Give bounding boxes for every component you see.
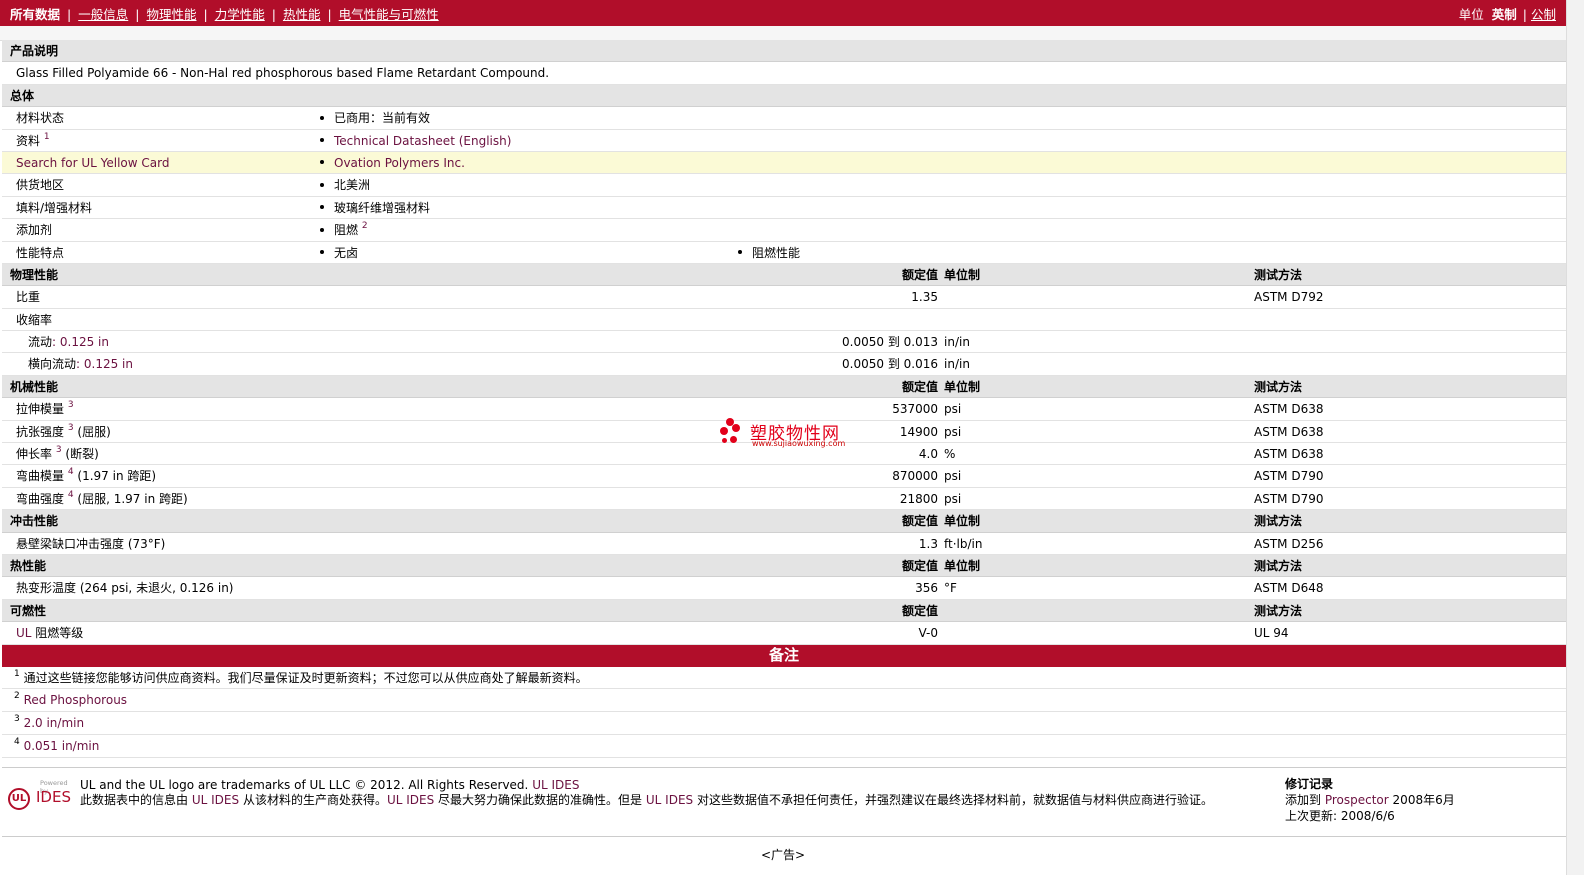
table-row: 弯曲强度 4 (屈服, 1.97 in 跨距) 21800 psi ASTM D… — [2, 488, 1566, 511]
footnote-ref[interactable]: 2 — [362, 221, 368, 231]
header-method: 测试方法 — [1254, 267, 1303, 282]
units-label: 单位 — [1458, 6, 1484, 22]
top-nav-bar: 所有数据 | 一般信息 | 物理性能 | 力学性能 | 热性能 | 电气性能与可燃性 单位 英制 | 公… — [0, 0, 1566, 26]
nav-tabs: 所有数据 | 一般信息 | 物理性能 | 力学性能 | 热性能 | 电气性能与可燃性 — [10, 6, 439, 22]
ad-placeholder: <广告> — [760, 848, 806, 862]
product-description-row: Glass Filled Polyamide 66 - Non-Hal red … — [2, 62, 1566, 85]
footnote-ref[interactable]: 4 — [68, 467, 74, 477]
unit-english: 英制 — [1491, 6, 1517, 22]
table-row: 横向流动: 0.125 in 0.0050 到 0.016 in/in — [2, 353, 1566, 376]
table-row: 流动: 0.125 in 0.0050 到 0.013 in/in — [2, 331, 1566, 354]
ul-logo-icon: UL — [8, 788, 30, 810]
note-item: 2 Red Phosphorous — [2, 689, 1566, 713]
unit-switcher: 单位 英制 | 公制 — [1458, 6, 1556, 22]
general-row-documents: 资料 1 Technical Datasheet (English) — [2, 130, 1566, 152]
site-watermark: 塑胶物性网 www.sujiaowuxing.com — [720, 418, 860, 452]
general-row-region: 供货地区 北美洲 — [2, 174, 1566, 197]
product-description: Glass Filled Polyamide 66 - Non-Hal red … — [16, 66, 550, 81]
tab-all-data[interactable]: 所有数据 — [10, 7, 60, 22]
footnote-ref[interactable]: 3 — [68, 423, 74, 433]
general-row-ul-yellow-card: Search for UL Yellow Card Ovation Polyme… — [2, 151, 1566, 175]
technical-datasheet-link[interactable]: Technical Datasheet (English) — [334, 134, 511, 148]
spacer-strip — [0, 26, 1566, 41]
prospector-link[interactable]: Prospector — [1325, 793, 1389, 807]
tab-electrical-flammability[interactable]: 电气性能与可燃性 — [339, 7, 439, 22]
section-general: 总体 — [2, 84, 1566, 108]
table-row: 悬壁梁缺口冲击强度 (73°F) 1.3 ft·lb/in ASTM D256 — [2, 533, 1566, 555]
table-row: UL 阻燃等级 V-0 UL 94 — [2, 622, 1566, 645]
ul-ides-link[interactable]: UL IDES — [532, 778, 579, 792]
unit-metric-link[interactable]: 公制 — [1531, 7, 1556, 22]
general-row-additive: 添加剂 阻燃 2 — [2, 219, 1566, 242]
ul-ides-logo[interactable]: Powered by UL IDES — [6, 776, 72, 816]
footnote-ref[interactable]: 3 — [68, 400, 74, 410]
watermark-logo-icon — [720, 418, 750, 448]
footnote-ref[interactable]: 1 — [44, 132, 50, 142]
note-item: 4 0.051 in/min — [2, 735, 1566, 758]
datasheet: 产品说明 Glass Filled Polyamide 66 - Non-Hal… — [2, 40, 1566, 758]
notes-header: 备注 — [2, 644, 1566, 667]
table-row: 收缩率 — [2, 309, 1566, 332]
header-unit: 单位制 — [944, 267, 981, 282]
general-row-features: 性能特点 无卤 阻燃性能 — [2, 242, 1566, 264]
vertical-scrollbar[interactable] — [1566, 0, 1584, 875]
ul-yellow-card-link[interactable]: Search for UL Yellow Card — [16, 152, 169, 174]
note-item: 1 通过这些链接您能够访问供应商资料。我们尽量保证及时更新资料；不过您可以从供应… — [2, 667, 1566, 690]
footnote-ref[interactable]: 4 — [68, 490, 74, 500]
section-physical: 物理性能 额定值 单位制 测试方法 — [2, 263, 1566, 287]
section-impact: 冲击性能 额定值 单位制 测试方法 — [2, 510, 1566, 533]
note-item: 3 2.0 in/min — [2, 712, 1566, 735]
table-row: 比重 1.35 ASTM D792 — [2, 286, 1566, 309]
header-nominal: 额定值 — [901, 267, 938, 282]
revision-history: 修订记录 添加到 Prospector 2008年6月 上次更新: 2008/6… — [1285, 777, 1455, 823]
section-flammability: 可燃性 额定值 测试方法 — [2, 599, 1566, 623]
general-row-filler: 填料/增强材料 玻璃纤维增强材料 — [2, 197, 1566, 220]
ul-link[interactable]: UL — [16, 626, 31, 640]
footnote-ref[interactable]: 3 — [56, 445, 62, 455]
general-row-status: 材料状态 已商用：当前有效 — [2, 107, 1566, 130]
table-row: 热变形温度 (264 psi, 未退火, 0.126 in) 356 °F AS… — [2, 577, 1566, 600]
footer-disclaimer: UL and the UL logo are trademarks of UL … — [80, 778, 1213, 807]
tab-general-info[interactable]: 一般信息 — [78, 7, 128, 22]
section-thermal: 热性能 额定值 单位制 测试方法 — [2, 554, 1566, 578]
tab-thermal[interactable]: 热性能 — [283, 7, 321, 22]
table-row: 弯曲模量 4 (1.97 in 跨距) 870000 psi ASTM D790 — [2, 465, 1566, 488]
footer: Powered by UL IDES UL and the UL logo ar… — [2, 767, 1566, 837]
section-mechanical: 机械性能 额定值 单位制 测试方法 — [2, 375, 1566, 399]
tab-physical[interactable]: 物理性能 — [146, 7, 196, 22]
section-product-description: 产品说明 — [2, 40, 1566, 63]
supplier-link[interactable]: Ovation Polymers Inc. — [334, 156, 465, 170]
tab-mechanical[interactable]: 力学性能 — [215, 7, 265, 22]
